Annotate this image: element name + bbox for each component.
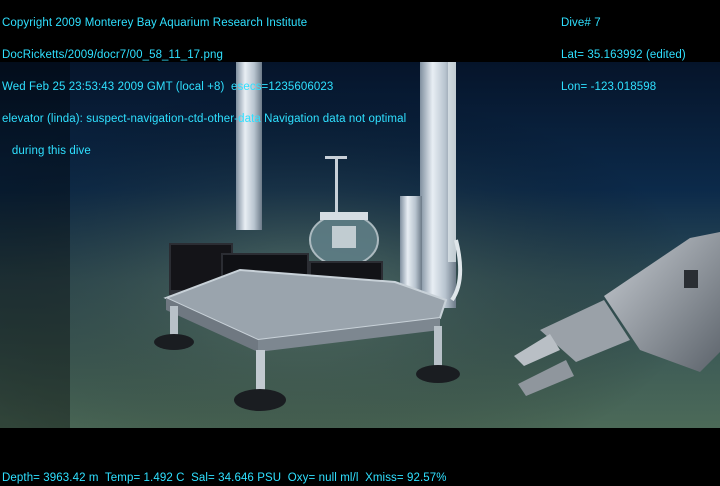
copyright-text: Copyright 2009 Monterey Bay Aquarium Res…	[2, 17, 308, 29]
overlay-top-left: Copyright 2009 Monterey Bay Aquarium Res…	[2, 0, 406, 175]
file-path-text: DocRicketts/2009/docr7/00_58_11_17.png	[2, 49, 223, 61]
dive-number: Dive# 7	[561, 17, 601, 29]
overlay-top-right: Dive# 7 Lat= 35.163992 (edited) Lon= -12…	[561, 0, 686, 111]
annotation-continued-text: during this dive	[2, 145, 91, 157]
latitude-readout: Lat= 35.163992 (edited)	[561, 49, 686, 61]
longitude-readout: Lon= -123.018598	[561, 81, 657, 93]
timestamp-text: Wed Feb 25 23:53:43 2009 GMT (local +8) …	[2, 81, 334, 93]
sensor-readout: Depth= 3963.42 m Temp= 1.492 C Sal= 34.6…	[2, 472, 447, 484]
annotation-text: elevator (linda): suspect-navigation-ctd…	[2, 113, 407, 125]
